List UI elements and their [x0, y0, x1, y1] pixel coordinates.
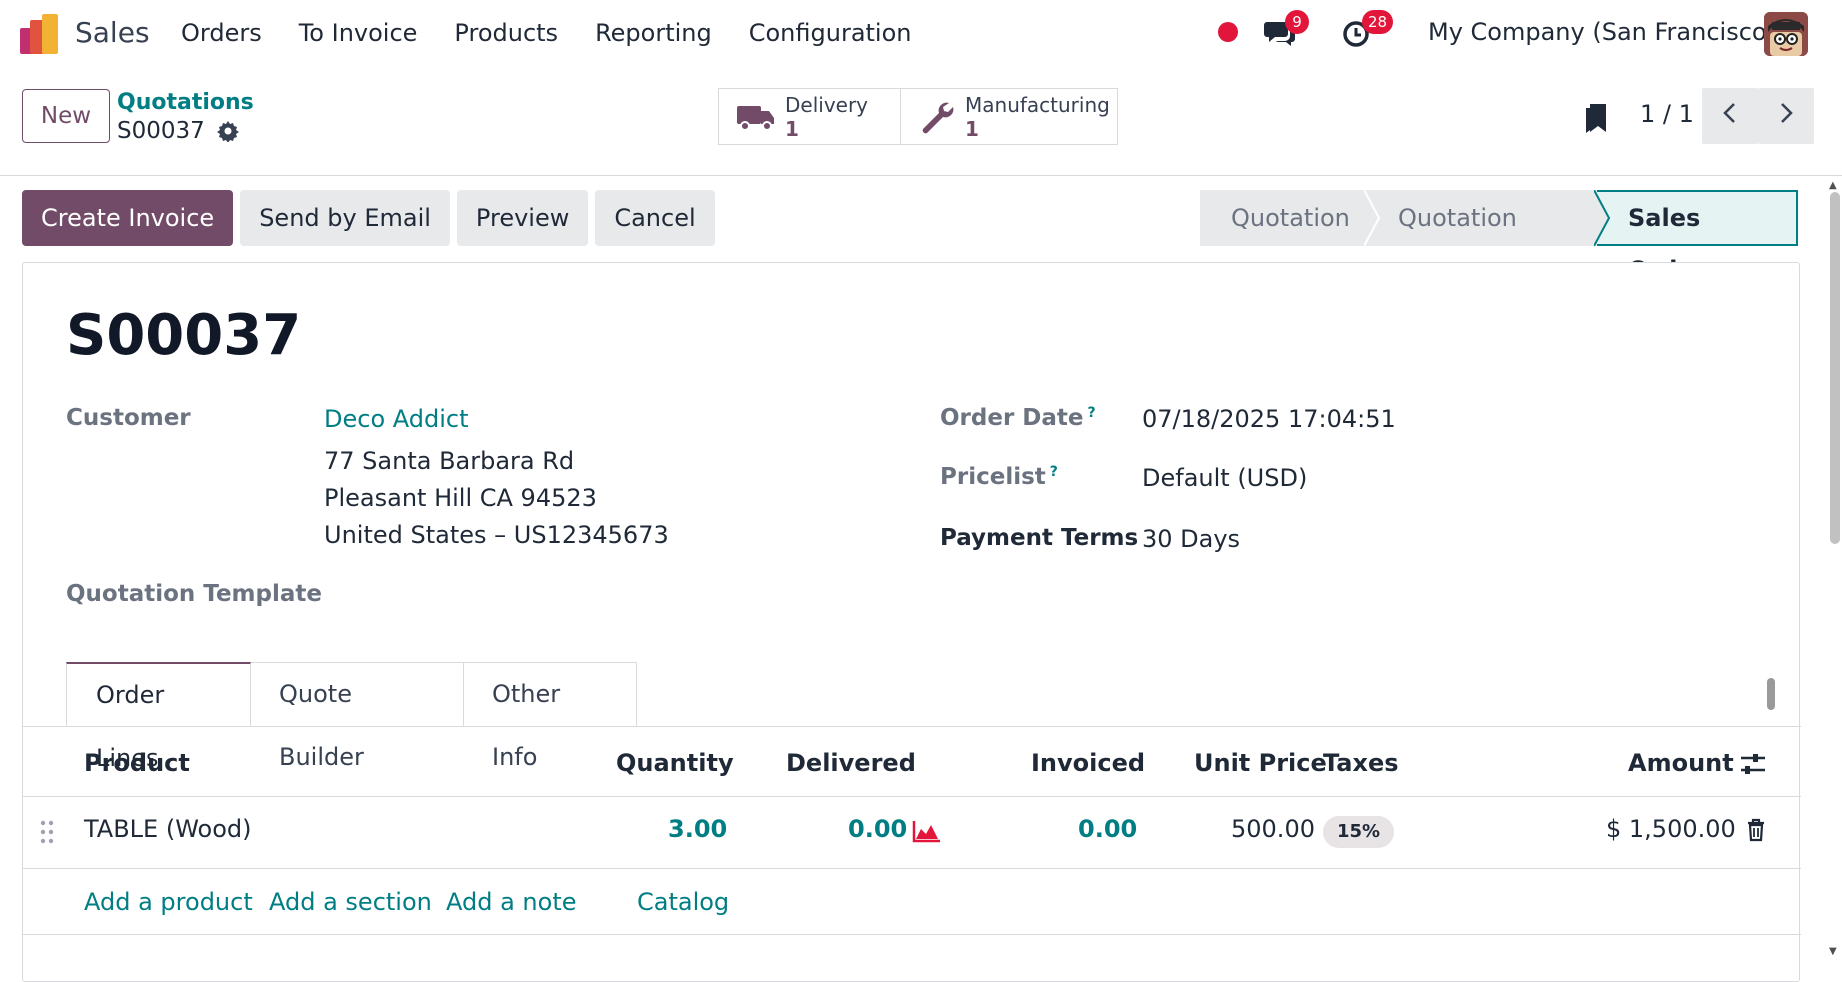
action-buttons: Create Invoice Send by Email Preview Can… — [22, 190, 715, 246]
col-invoiced[interactable]: Invoiced — [1031, 749, 1145, 777]
bookmark-icon[interactable] — [1584, 102, 1610, 134]
scroll-up-arrow-icon[interactable]: ▲ — [1829, 180, 1837, 191]
menu-orders[interactable]: Orders — [181, 19, 262, 47]
app-name[interactable]: Sales — [75, 16, 150, 49]
row-divider — [23, 868, 1801, 869]
cancel-button[interactable]: Cancel — [595, 190, 715, 246]
line-delivered[interactable]: 0.00 — [848, 815, 907, 843]
add-section-link[interactable]: Add a section — [269, 888, 432, 916]
messages-count-badge: 9 — [1285, 10, 1309, 34]
create-invoice-button[interactable]: Create Invoice — [22, 190, 234, 246]
order-date-label: Order Date? — [940, 405, 1096, 431]
control-panel: New Quotations S00037 Delivery 1 Manufac… — [0, 66, 1842, 176]
line-unit-price[interactable]: 500.00 — [1231, 815, 1315, 843]
catalog-link[interactable]: Catalog — [637, 888, 729, 916]
drag-handle-icon[interactable] — [39, 819, 55, 845]
delivery-count: 1 — [785, 116, 799, 141]
stage-sales-order[interactable]: Sales Order — [1597, 190, 1798, 284]
trash-icon[interactable] — [1746, 818, 1766, 842]
add-product-link[interactable]: Add a product — [84, 888, 253, 916]
customer-label: Customer — [66, 405, 191, 431]
payment-terms-value[interactable]: 30 Days — [1142, 525, 1240, 553]
pager-previous-button[interactable] — [1702, 88, 1758, 144]
col-amount[interactable]: Amount — [1628, 749, 1734, 777]
gear-icon[interactable] — [216, 120, 239, 142]
sales-app-icon[interactable] — [20, 14, 60, 54]
customer-link[interactable]: Deco Addict — [324, 405, 469, 433]
menu-products[interactable]: Products — [454, 19, 558, 47]
line-product[interactable]: TABLE (Wood) — [84, 815, 252, 843]
address-line-3: United States – US12345673 — [324, 521, 669, 549]
order-date-value[interactable]: 07/18/2025 17:04:51 — [1142, 405, 1396, 433]
main-menu: Orders To Invoice Products Reporting Con… — [181, 19, 949, 47]
col-delivered[interactable]: Delivered — [786, 749, 916, 777]
status-bar: Quotation Quotation Sent Sales Order — [1200, 190, 1798, 288]
menu-configuration[interactable]: Configuration — [749, 19, 912, 47]
wrench-icon — [922, 102, 954, 133]
status-chevron-icon — [1594, 190, 1611, 246]
payment-terms-label: Payment Terms — [940, 525, 1139, 551]
form-sheet: S00037 Customer Deco Addict 77 Santa Bar… — [22, 262, 1801, 982]
activities-count-badge: 28 — [1362, 10, 1394, 34]
breadcrumb: S00037 — [117, 118, 239, 144]
chevron-right-icon — [1781, 103, 1793, 123]
recording-indicator-icon[interactable] — [1218, 22, 1238, 42]
optional-columns-icon[interactable] — [1739, 751, 1767, 777]
tab-other-info[interactable]: Other Info — [464, 662, 637, 771]
scroll-down-arrow-icon[interactable]: ▼ — [1829, 946, 1837, 957]
col-product[interactable]: Product — [84, 749, 190, 777]
tab-order-lines[interactable]: Order Lines — [66, 662, 251, 772]
new-button[interactable]: New — [22, 89, 110, 143]
pager-next-button[interactable] — [1758, 88, 1814, 144]
header-divider — [23, 796, 1801, 797]
line-invoiced[interactable]: 0.00 — [1078, 815, 1137, 843]
pager-value[interactable]: 1 / 1 — [1640, 100, 1694, 128]
list-scrollbar[interactable] — [1767, 678, 1775, 710]
pricelist-label: Pricelist? — [940, 464, 1058, 490]
address-line-1: 77 Santa Barbara Rd — [324, 447, 575, 475]
delivery-label: Delivery — [785, 92, 869, 117]
menu-reporting[interactable]: Reporting — [595, 19, 712, 47]
stage-quotation[interactable]: Quotation — [1200, 190, 1367, 246]
manufacturing-smart-button[interactable]: Manufacturing 1 — [900, 88, 1118, 145]
top-navbar: Sales Orders To Invoice Products Reporti… — [0, 0, 1842, 66]
pricelist-value[interactable]: Default (USD) — [1142, 464, 1307, 492]
delivery-smart-button[interactable]: Delivery 1 — [718, 88, 901, 145]
quotation-template-label: Quotation Template — [66, 581, 322, 607]
breadcrumb-current: S00037 — [117, 118, 205, 144]
user-avatar[interactable] — [1764, 12, 1808, 56]
stage-quotation-sent[interactable]: Quotation Sent — [1367, 190, 1597, 288]
preview-button[interactable]: Preview — [456, 190, 589, 246]
forecast-chart-icon[interactable] — [912, 819, 942, 843]
line-quantity[interactable]: 3.00 — [668, 815, 727, 843]
page-scrollbar[interactable] — [1830, 192, 1840, 544]
order-name: S00037 — [66, 303, 302, 368]
help-icon[interactable]: ? — [1088, 405, 1096, 421]
tab-divider — [23, 726, 1801, 727]
manufacturing-count: 1 — [965, 116, 979, 141]
tab-quote-builder[interactable]: Quote Builder — [251, 662, 464, 771]
line-amount: $ 1,500.00 — [1606, 815, 1736, 843]
status-chevron-icon — [1364, 190, 1381, 246]
notebook-tabs: Order Lines Quote Builder Other Info — [66, 662, 637, 772]
row-divider — [23, 934, 1801, 935]
help-icon[interactable]: ? — [1050, 464, 1058, 480]
truck-icon — [737, 105, 774, 131]
chevron-left-icon — [1723, 103, 1735, 123]
company-switcher[interactable]: My Company (San Francisco) — [1428, 18, 1776, 46]
breadcrumb-quotations[interactable]: Quotations — [117, 90, 254, 115]
col-taxes[interactable]: Taxes — [1323, 749, 1399, 777]
send-by-email-button[interactable]: Send by Email — [240, 190, 450, 246]
address-line-2: Pleasant Hill CA 94523 — [324, 484, 597, 512]
col-unit-price[interactable]: Unit Price — [1194, 749, 1327, 777]
line-tax-badge[interactable]: 15% — [1323, 816, 1395, 848]
col-quantity[interactable]: Quantity — [616, 749, 734, 777]
menu-to-invoice[interactable]: To Invoice — [299, 19, 418, 47]
manufacturing-label: Manufacturing — [965, 92, 1110, 117]
add-note-link[interactable]: Add a note — [446, 888, 577, 916]
